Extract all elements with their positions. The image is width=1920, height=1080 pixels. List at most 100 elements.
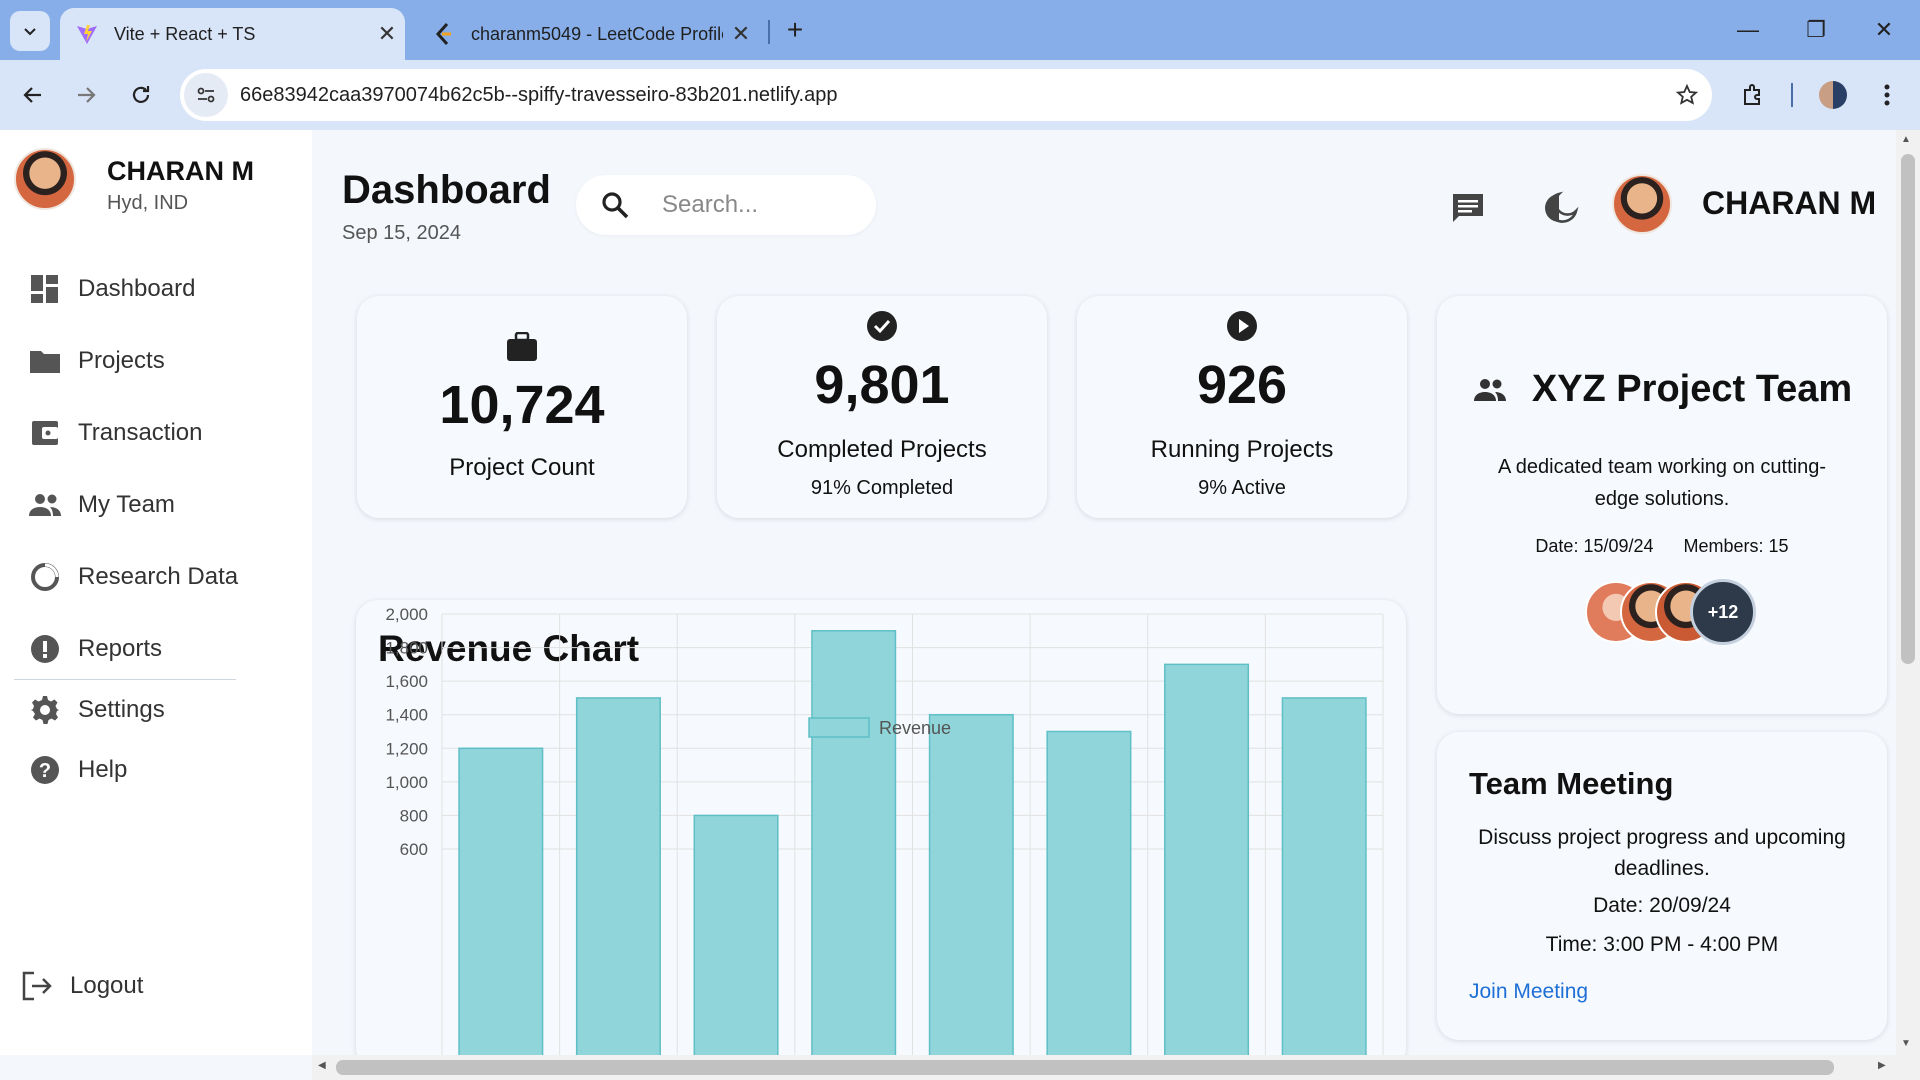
dashboard-icon — [28, 272, 62, 306]
more-members-badge[interactable]: +12 — [1690, 579, 1756, 645]
stat-value: 926 — [1196, 355, 1288, 415]
address-bar[interactable]: 66e83942caa3970074b62c5b--spiffy-travess… — [180, 69, 1712, 121]
sidebar-item-research-data[interactable]: Research Data — [28, 557, 238, 597]
sidebar-item-settings[interactable]: Settings — [28, 690, 165, 730]
team-date: Date: 15/09/24 — [1535, 536, 1654, 556]
y-tick-label: 1,800 — [385, 639, 428, 658]
scroll-right-icon[interactable]: ▶ — [1878, 1060, 1886, 1071]
leetcode-logo-icon — [431, 21, 457, 47]
user-avatar[interactable] — [1612, 174, 1672, 234]
horizontal-scrollbar[interactable]: ◀ ▶ — [312, 1055, 1896, 1080]
scroll-up-icon[interactable]: ▲ — [1901, 134, 1911, 145]
bookmark-star-icon[interactable] — [1662, 83, 1712, 107]
team-members: Members: 15 — [1683, 536, 1789, 556]
extensions-icon[interactable] — [1732, 74, 1774, 116]
y-tick-label: 600 — [400, 840, 428, 859]
minimize-icon[interactable]: — — [1728, 12, 1768, 48]
avatar — [14, 148, 76, 210]
scroll-left-icon[interactable]: ◀ — [318, 1060, 326, 1071]
browser-tabbar: Vite + React + TS ✕ charanm5049 - LeetCo… — [0, 0, 1920, 60]
tab-separator — [768, 20, 770, 44]
bar — [1046, 730, 1132, 1070]
sidebar-item-help[interactable]: ? Help — [28, 750, 127, 790]
more-menu-icon[interactable] — [1866, 74, 1908, 116]
back-button[interactable] — [12, 74, 54, 116]
stat-subtext: 91% Completed — [810, 477, 954, 499]
sidebar-item-label: Transaction — [78, 419, 203, 446]
scroll-down-icon[interactable]: ▼ — [1901, 1038, 1911, 1049]
dark-mode-icon[interactable] — [1542, 188, 1582, 228]
sidebar-divider — [14, 679, 236, 680]
browser-toolbar: 66e83942caa3970074b62c5b--spiffy-travess… — [0, 60, 1920, 130]
briefcase-icon — [357, 332, 687, 362]
tab-search-button[interactable] — [10, 11, 50, 51]
meeting-date: Date: 20/09/24 — [1593, 894, 1731, 917]
search-icon — [600, 190, 640, 220]
sidebar-item-my-team[interactable]: My Team — [28, 485, 175, 525]
play-circle-icon — [1077, 310, 1407, 342]
reload-button[interactable] — [120, 74, 162, 116]
vertical-scroll-thumb[interactable] — [1901, 154, 1915, 664]
bar — [1281, 697, 1367, 1070]
url-text[interactable]: 66e83942caa3970074b62c5b--spiffy-travess… — [240, 84, 1662, 107]
check-circle-icon — [717, 310, 1047, 342]
restore-icon[interactable]: ❐ — [1796, 12, 1836, 48]
bar — [575, 697, 661, 1070]
sidebar-profile: CHARAN M Hyd, IND — [14, 148, 254, 214]
profile-avatar[interactable] — [1812, 74, 1854, 116]
bar — [928, 713, 1014, 1070]
logout-icon — [20, 969, 54, 1003]
window-close-icon[interactable]: ✕ — [1864, 12, 1904, 48]
search-box[interactable] — [576, 175, 876, 235]
people-icon — [28, 488, 62, 522]
tab-vite[interactable]: Vite + React + TS ✕ — [60, 8, 405, 60]
sidebar-item-label: Settings — [78, 696, 165, 723]
forward-arrow-icon — [78, 87, 96, 103]
y-tick-label: 1,600 — [385, 672, 428, 691]
y-tick-label: 1,400 — [385, 706, 428, 725]
page: CHARAN M Hyd, IND Dashboard Projects Tra… — [0, 130, 1920, 1080]
y-tick-label: 2,000 — [385, 605, 428, 624]
sidebar-item-label: Reports — [78, 635, 163, 662]
logout-button[interactable]: Logout — [20, 966, 143, 1006]
search-input[interactable] — [662, 191, 862, 219]
gear-icon — [28, 693, 62, 727]
team-title-text: XYZ Project Team — [1531, 368, 1853, 410]
tab-leetcode[interactable]: charanm5049 - LeetCode Profile ✕ — [417, 8, 759, 60]
meeting-card: Team Meeting Discuss project progress an… — [1437, 732, 1887, 1040]
site-info-icon[interactable] — [184, 73, 228, 117]
sidebar-item-label: My Team — [78, 491, 175, 518]
sidebar-item-reports[interactable]: Reports — [28, 629, 162, 669]
profile-name: CHARAN M — [107, 156, 254, 186]
legend-swatch — [808, 717, 870, 738]
logout-label: Logout — [70, 972, 144, 999]
close-icon[interactable]: ✕ — [723, 21, 759, 47]
stat-card-completed: 9,801 Completed Projects 91% Completed — [717, 296, 1047, 518]
messages-icon[interactable] — [1448, 188, 1488, 228]
sidebar-item-label: Dashboard — [78, 275, 196, 302]
join-meeting-link[interactable]: Join Meeting — [1469, 980, 1588, 1004]
reload-icon — [132, 86, 150, 103]
sidebar-item-dashboard[interactable]: Dashboard — [28, 269, 195, 309]
vertical-scrollbar[interactable]: ▲ ▼ — [1896, 130, 1920, 1055]
new-tab-button[interactable]: + — [778, 14, 812, 48]
sidebar: CHARAN M Hyd, IND Dashboard Projects Tra… — [0, 130, 312, 1055]
horizontal-scroll-thumb[interactable] — [336, 1060, 1834, 1075]
stat-label: Project Count — [449, 454, 595, 481]
help-icon: ? — [28, 753, 62, 787]
meeting-time: Time: 3:00 PM - 4:00 PM — [1545, 933, 1779, 956]
stat-subtext: 9% Active — [1198, 477, 1286, 499]
forward-button[interactable] — [65, 74, 107, 116]
sidebar-item-transaction[interactable]: Transaction — [28, 413, 203, 453]
back-arrow-icon — [23, 87, 41, 103]
y-tick-label: 1,000 — [385, 773, 428, 792]
scrollbar-corner — [1896, 1055, 1920, 1080]
bar — [458, 747, 544, 1070]
people-icon — [1472, 377, 1508, 403]
stat-card-running: 926 Running Projects 9% Active — [1077, 296, 1407, 518]
team-card: XYZ Project Team A dedicated team workin… — [1437, 296, 1887, 714]
close-icon[interactable]: ✕ — [369, 21, 405, 47]
stat-value: 9,801 — [814, 355, 950, 415]
sidebar-item-projects[interactable]: Projects — [28, 341, 165, 381]
team-title: XYZ Project Team — [1437, 368, 1887, 411]
